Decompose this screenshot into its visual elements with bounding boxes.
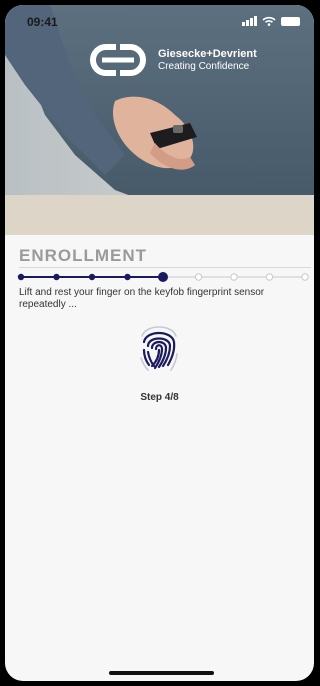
fingerprint-icon	[140, 326, 178, 371]
brand-tagline: Creating Confidence	[158, 60, 250, 72]
stepper-dot-current	[158, 272, 168, 282]
brand-name: Giesecke+Devrient	[158, 47, 257, 60]
stepper-dot-pending	[230, 273, 238, 281]
page-title: ENROLLMENT	[19, 246, 148, 265]
app-screen: 09:41 Giesecke+Devrient Creating Confide…	[5, 5, 314, 681]
battery-icon	[281, 16, 300, 26]
stepper-dot-pending	[301, 273, 309, 281]
status-icons	[242, 16, 300, 26]
stepper-dot-done	[88, 273, 96, 281]
stepper-dot-pending	[265, 273, 274, 281]
hero-photo-illustration	[5, 5, 314, 235]
progress-stepper	[17, 272, 309, 282]
stepper-dot-pending	[194, 273, 203, 281]
status-time: 09:41	[27, 15, 58, 29]
hero-image: 09:41 Giesecke+Devrient Creating Confide…	[5, 5, 314, 235]
stepper-dot-done	[124, 273, 131, 281]
gd-logo-mark	[90, 44, 146, 76]
stepper-dot-done	[53, 273, 60, 281]
wifi-icon	[262, 16, 276, 26]
home-indicator[interactable]	[109, 671, 214, 675]
status-bar: 09:41	[5, 5, 314, 35]
instruction-text: Lift and rest your finger on the keyfob …	[19, 287, 265, 310]
brand-text: Giesecke+Devrient Creating Confidence	[158, 48, 257, 73]
brand-logo: Giesecke+Devrient Creating Confidence	[88, 43, 257, 77]
phone-frame: 09:41 Giesecke+Devrient Creating Confide…	[0, 0, 319, 686]
step-counter: Step 4/8	[140, 392, 179, 403]
stepper-dot-done	[17, 273, 25, 281]
signal-icon	[242, 16, 257, 26]
